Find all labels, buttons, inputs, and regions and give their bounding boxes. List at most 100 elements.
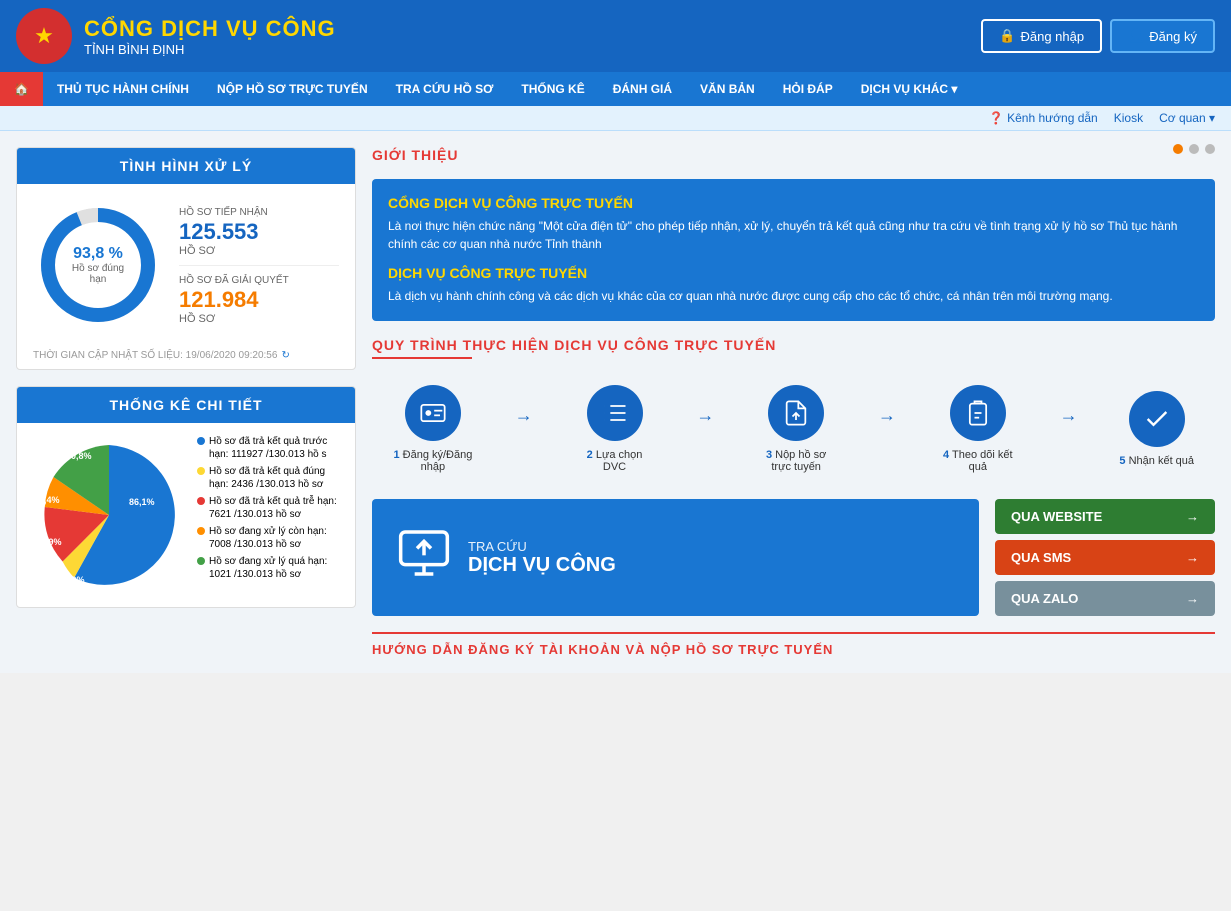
user-icon: 👤 — [1128, 28, 1144, 44]
donut-chart: 93,8 % Hồ sơ đúng hạn — [33, 200, 163, 330]
intro-dot-3[interactable] — [1205, 144, 1215, 154]
legend-text-2: Hồ sơ đã trả kết quả trễ hạn: 7621 /130.… — [209, 495, 343, 521]
login-button[interactable]: 🔒 Đăng nhập — [981, 19, 1102, 53]
document-upload-icon — [782, 399, 810, 427]
intro-dots — [1173, 144, 1215, 154]
step-label-3: 3 Nộp hồ sơ trực tuyến — [756, 449, 836, 473]
legend-text-0: Hồ sơ đã trả kết quả trước hạn: 111927 /… — [209, 435, 343, 461]
btn-zalo[interactable]: QUA ZALO → — [995, 581, 1215, 616]
legend-dot-red — [197, 497, 205, 505]
btn-sms[interactable]: QUA SMS → — [995, 540, 1215, 575]
nav-dich-vu-khac[interactable]: DỊCH VỤ KHÁC ▾ — [847, 72, 972, 106]
legend-text-1: Hồ sơ đã trả kết quả đúng hạn: 2436 /130… — [209, 465, 343, 491]
legend-dot-blue — [197, 437, 205, 445]
login-label: Đăng nhập — [1020, 29, 1084, 44]
arrow-right-icon-2: → — [1186, 550, 1199, 565]
process-step-4: 4 Theo dõi kết quả — [938, 385, 1018, 473]
tra-cuu-title: DỊCH VỤ CÔNG — [468, 554, 616, 577]
tra-cuu-text: TRA CỨU DỊCH VỤ CÔNG — [468, 539, 616, 577]
received-unit: HỒ SƠ — [179, 245, 339, 257]
step-arrow-4: → — [1060, 405, 1078, 426]
received-value: 125.553 — [179, 219, 339, 245]
donut-label: 93,8 % Hồ sơ đúng hạn — [66, 245, 131, 285]
step-arrow-3: → — [878, 405, 896, 426]
legend-text-4: Hồ sơ đang xử lý quá hạn: 1021 /130.013 … — [209, 555, 343, 581]
btn-website-label: QUA WEBSITE — [1011, 509, 1102, 524]
intro-card-text2: Là dịch vụ hành chính công và các dịch v… — [388, 287, 1199, 305]
process-step-3: 3 Nộp hồ sơ trực tuyến — [756, 385, 836, 473]
legend-item: Hồ sơ đang xử lý quá hạn: 1021 /130.013 … — [197, 555, 343, 581]
legend-dot-green — [197, 557, 205, 565]
legend-dot-yellow — [197, 467, 205, 475]
nav-thong-ke[interactable]: THỐNG KÊ — [507, 72, 598, 106]
step-circle-1 — [405, 385, 461, 441]
arrow-right-icon-3: → — [1186, 591, 1199, 606]
nav-danh-gia[interactable]: ĐÁNH GIÁ — [599, 72, 686, 106]
step-circle-3 — [768, 385, 824, 441]
step-circle-2 — [587, 385, 643, 441]
nav-home[interactable]: 🏠 — [0, 72, 43, 106]
subnav-kiosk[interactable]: Kiosk — [1114, 111, 1143, 125]
btn-zalo-label: QUA ZALO — [1011, 591, 1078, 606]
nav-thu-tuc[interactable]: THỦ TỤC HÀNH CHÍNH — [43, 72, 203, 106]
detail-body: 86,1% 1,9% 5,9% 5,4% 0,8% Hồ sơ đã trả k… — [17, 423, 355, 607]
legend-item: Hồ sơ đã trả kết quả trễ hạn: 7621 /130.… — [197, 495, 343, 521]
step-arrow-1: → — [515, 405, 533, 426]
nav-van-ban[interactable]: VĂN BẢN — [686, 72, 769, 106]
id-card-icon — [419, 399, 447, 427]
nav-tra-cuu[interactable]: TRA CỨU HỒ SƠ — [382, 72, 508, 106]
legend-text-3: Hồ sơ đang xử lý còn hạn: 7008 /130.013 … — [209, 525, 343, 551]
nav-nop-ho-so[interactable]: NỘP HỒ SƠ TRỰC TUYẾN — [203, 72, 382, 106]
site-title: CỔNG DỊCH VỤ CÔNG — [84, 16, 336, 42]
intro-label: GIỚI THIỆU — [372, 147, 459, 163]
guide-label: HƯỚNG DẪN ĐĂNG KÝ TÀI KHOẢN VÀ NỘP HỒ SƠ… — [372, 642, 833, 657]
main-content: TÌNH HÌNH XỬ LÝ 93,8 % Hồ sơ đúng hạn — [0, 131, 1231, 673]
subnav-co-quan[interactable]: Cơ quan ▾ — [1159, 111, 1215, 125]
stats-title: TÌNH HÌNH XỬ LÝ — [17, 148, 355, 184]
pie-chart: 86,1% 1,9% 5,9% 5,4% 0,8% — [29, 435, 189, 595]
received-label: HỒ SƠ TIẾP NHẬN — [179, 206, 339, 219]
pie-legend: 86,1% 1,9% 5,9% 5,4% 0,8% Hồ sơ đã trả k… — [29, 435, 343, 595]
resolved-label: HỒ SƠ ĐÃ GIẢI QUYẾT — [179, 274, 339, 287]
intro-dot-1[interactable] — [1173, 144, 1183, 154]
stats-body: 93,8 % Hồ sơ đúng hạn HỒ SƠ TIẾP NHẬN 12… — [17, 184, 355, 346]
header-title: CỔNG DỊCH VỤ CÔNG TỈNH BÌNH ĐỊNH — [84, 16, 336, 57]
site-subtitle: TỈNH BÌNH ĐỊNH — [84, 42, 336, 57]
right-panel: GIỚI THIỆU CỔNG DỊCH VỤ CÔNG TRỰC TUYẾN … — [356, 147, 1215, 657]
step-circle-4 — [950, 385, 1006, 441]
nav-hoi-dap[interactable]: HỎI ĐÁP — [769, 72, 847, 106]
guide-section: HƯỚNG DẪN ĐĂNG KÝ TÀI KHOẢN VÀ NỘP HỒ SƠ… — [372, 632, 1215, 657]
pie-svg: 86,1% 1,9% 5,9% 5,4% 0,8% — [29, 435, 189, 595]
legend-items: Hồ sơ đã trả kết quả trước hạn: 111927 /… — [197, 435, 343, 595]
update-time: THỜI GIAN CẬP NHẬT SỐ LIỆU: 19/06/2020 0… — [33, 350, 277, 361]
stats-box: TÌNH HÌNH XỬ LÝ 93,8 % Hồ sơ đúng hạn — [16, 147, 356, 370]
clipboard-icon — [964, 399, 992, 427]
process-steps: 1 Đăng ký/Đăng nhập → 2 Lựa chọn DVC → — [372, 375, 1215, 483]
step-circle-5 — [1129, 391, 1185, 447]
pie-label-red: 5,9% — [41, 537, 62, 547]
logo-star: ★ — [34, 23, 54, 49]
intro-dot-2[interactable] — [1189, 144, 1199, 154]
stats-footer: THỜI GIAN CẬP NHẬT SỐ LIỆU: 19/06/2020 0… — [17, 346, 355, 369]
process-section: QUY TRÌNH THỰC HIỆN DỊCH VỤ CÔNG TRỰC TU… — [372, 337, 1215, 483]
monitor-svg — [396, 525, 452, 581]
process-step-5: 5 Nhận kết quả — [1119, 391, 1194, 467]
process-underline — [372, 357, 472, 359]
process-step-1: 1 Đăng ký/Đăng nhập — [393, 385, 473, 473]
register-label: Đăng ký — [1149, 29, 1197, 44]
pie-label-green: 0,8% — [71, 451, 92, 461]
refresh-icon[interactable]: ↻ — [281, 350, 289, 361]
process-step-2: 2 Lựa chọn DVC — [575, 385, 655, 473]
pie-label-yellow: 1,9% — [64, 575, 85, 585]
register-button[interactable]: 👤 Đăng ký — [1110, 19, 1215, 53]
stat-divider — [179, 265, 339, 266]
subnav-kenh-huong-dan[interactable]: ❓ Kênh hướng dẫn — [989, 111, 1098, 125]
tra-cuu-label: TRA CỨU — [468, 539, 616, 554]
detail-title: THỐNG KÊ CHI TIẾT — [17, 387, 355, 423]
tra-cuu-box: TRA CỨU DỊCH VỤ CÔNG — [372, 499, 979, 616]
monitor-icon — [396, 525, 452, 591]
btn-website[interactable]: QUA WEBSITE → — [995, 499, 1215, 534]
step-arrow-2: → — [696, 405, 714, 426]
header: ★ CỔNG DỊCH VỤ CÔNG TỈNH BÌNH ĐỊNH 🔒 Đăn… — [0, 0, 1231, 72]
resolved-value: 121.984 — [179, 287, 339, 313]
